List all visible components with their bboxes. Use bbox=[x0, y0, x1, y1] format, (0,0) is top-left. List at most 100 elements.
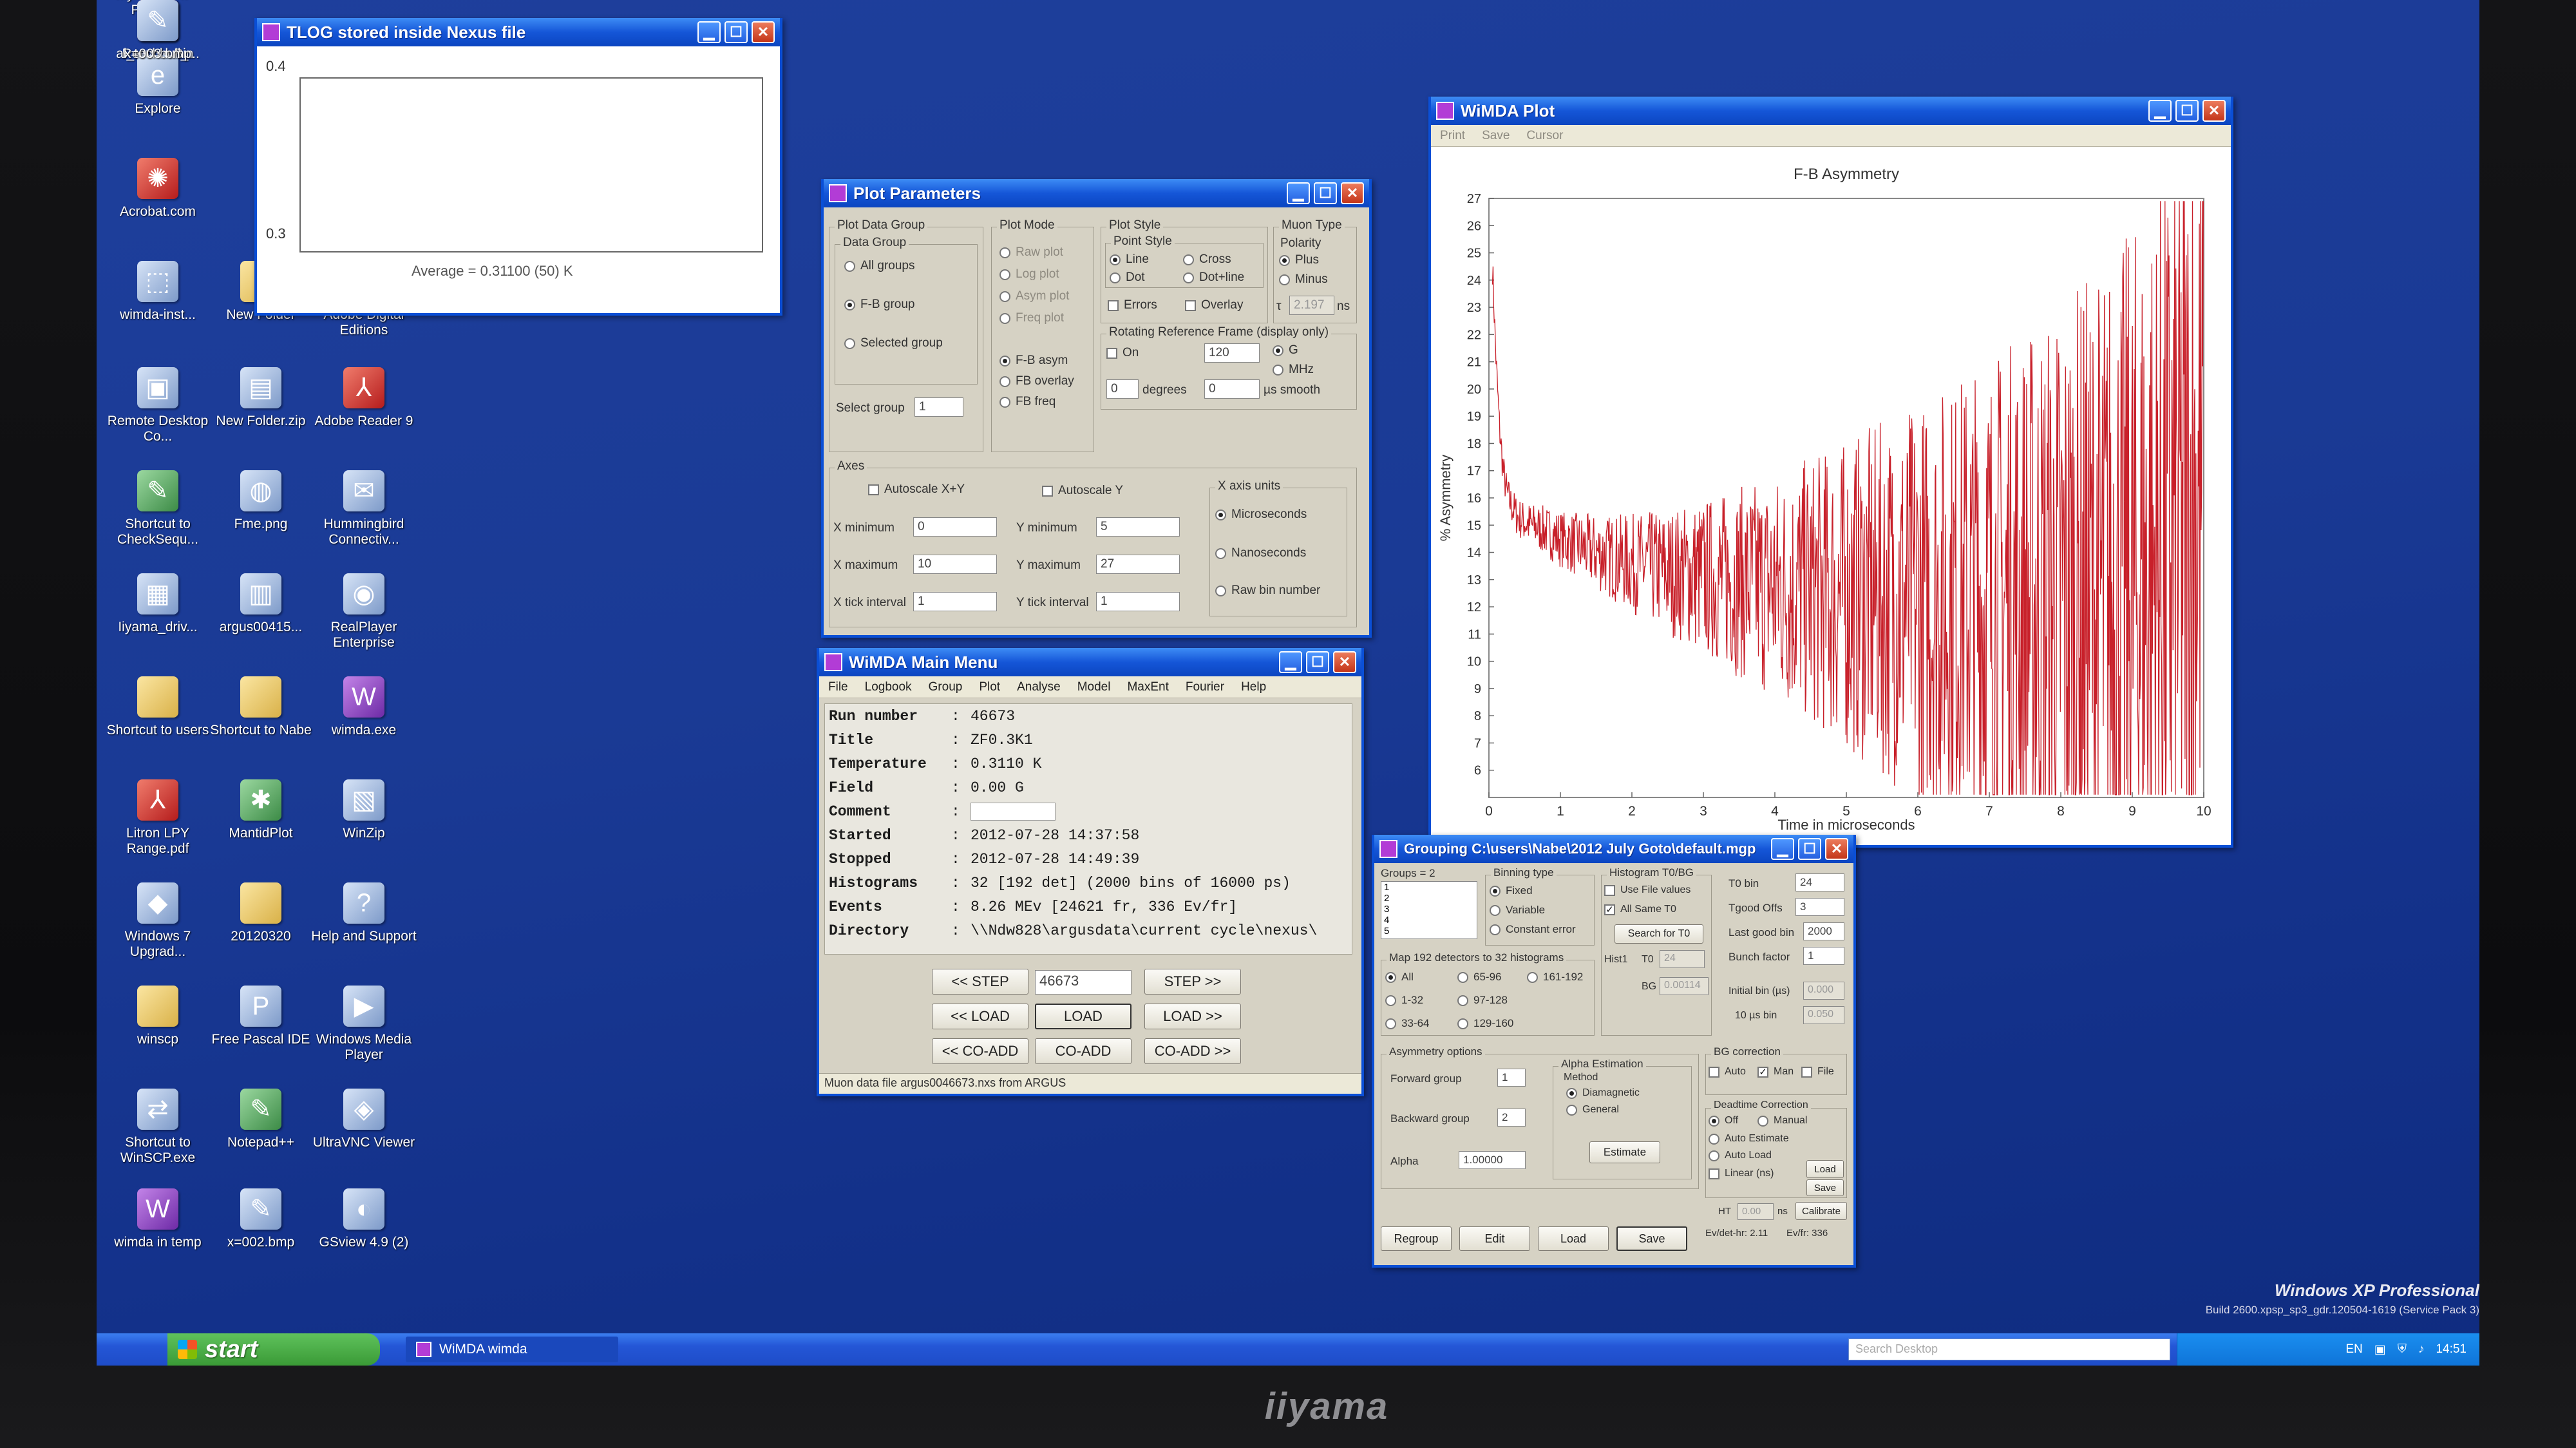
bunch-factor-field[interactable]: 1 bbox=[1803, 947, 1844, 965]
group-list-item[interactable]: 4 bbox=[1384, 915, 1477, 926]
menu-item-logbook[interactable]: Logbook bbox=[865, 680, 912, 694]
group-list-item[interactable]: 3 bbox=[1384, 904, 1477, 915]
ht-field[interactable]: 0.00 bbox=[1738, 1203, 1774, 1220]
desktop-icon[interactable]: ◆ Windows 7 Upgrad... bbox=[103, 882, 213, 960]
map-1-32-radio[interactable]: 1-32 bbox=[1385, 994, 1423, 1007]
fb-freq-radio[interactable]: FB freq bbox=[999, 395, 1056, 409]
group-list[interactable]: 12345 bbox=[1381, 881, 1477, 939]
bg-file-checkbox[interactable]: File bbox=[1801, 1066, 1834, 1078]
coadd-forward-button[interactable]: CO-ADD >> bbox=[1144, 1038, 1241, 1064]
t0-bin-field[interactable]: 24 bbox=[1795, 873, 1844, 891]
calibrate-button[interactable]: Calibrate bbox=[1795, 1202, 1847, 1220]
step-forward-button[interactable]: STEP >> bbox=[1144, 969, 1241, 995]
desktop-icon[interactable]: ✎ x=003.bmp bbox=[103, 0, 213, 62]
desktop-icon[interactable]: ◍ Fme.png bbox=[206, 470, 316, 532]
desktop-icon[interactable]: 20120320 bbox=[206, 882, 316, 944]
asym-plot-radio[interactable]: Asym plot bbox=[999, 289, 1069, 303]
dot-line-radio[interactable]: Dot+line bbox=[1183, 271, 1244, 285]
plot-parameters-titlebar[interactable]: Plot Parameters ▁ ☐ ✕ bbox=[824, 179, 1369, 207]
desktop-icon[interactable]: ▤ New Folder.zip bbox=[206, 367, 316, 429]
smooth-field[interactable]: 0 bbox=[1204, 379, 1260, 399]
x-tick-field[interactable]: 1 bbox=[913, 592, 997, 611]
selected-group-radio[interactable]: Selected group bbox=[844, 336, 943, 350]
desktop-icon[interactable]: ▶ Windows Media Player bbox=[309, 986, 419, 1063]
last-good-bin-field[interactable]: 2000 bbox=[1803, 922, 1844, 940]
backward-group-field[interactable]: 2 bbox=[1497, 1109, 1526, 1127]
initial-bin-field[interactable]: 0.000 bbox=[1803, 982, 1844, 1000]
load-grouping-button[interactable]: Load bbox=[1538, 1226, 1609, 1251]
desktop-icon[interactable]: P Free Pascal IDE bbox=[206, 986, 316, 1047]
autoscale-y-checkbox[interactable]: Autoscale Y bbox=[1042, 484, 1123, 498]
desktop-icon[interactable]: ▧ WinZip bbox=[309, 779, 419, 841]
start-button[interactable]: start bbox=[167, 1333, 380, 1366]
map-97-128-radio[interactable]: 97-128 bbox=[1457, 994, 1508, 1007]
minimize-button[interactable]: ▁ bbox=[1287, 182, 1310, 204]
desktop-icon[interactable]: ⅄ Adobe Reader 9 bbox=[309, 367, 419, 429]
line-radio[interactable]: Line bbox=[1110, 252, 1149, 267]
search-for-t0-button[interactable]: Search for T0 bbox=[1615, 924, 1703, 944]
errors-checkbox[interactable]: Errors bbox=[1108, 298, 1157, 312]
load-back-button[interactable]: << LOAD bbox=[932, 1004, 1028, 1029]
regroup-button[interactable]: Regroup bbox=[1381, 1226, 1452, 1251]
taskbar-item-wimda[interactable]: WiMDA wimda bbox=[406, 1337, 618, 1362]
general-radio[interactable]: General bbox=[1566, 1104, 1619, 1116]
t0-field[interactable]: 24 bbox=[1660, 950, 1705, 968]
rrf-gauss-radio[interactable]: G bbox=[1273, 343, 1298, 357]
minimize-button[interactable]: ▁ bbox=[1771, 838, 1794, 860]
variable-radio[interactable]: Variable bbox=[1490, 904, 1545, 917]
save-grouping-button[interactable]: Save bbox=[1616, 1226, 1687, 1251]
coadd-button[interactable]: CO-ADD bbox=[1035, 1038, 1132, 1064]
map-33-64-radio[interactable]: 33-64 bbox=[1385, 1017, 1429, 1030]
desktop-search-input[interactable]: Search Desktop bbox=[1848, 1338, 2170, 1360]
deadtime-manual-radio[interactable]: Manual bbox=[1757, 1115, 1807, 1127]
y-minimum-field[interactable]: 5 bbox=[1096, 517, 1180, 537]
fb-asym-radio[interactable]: F-B asym bbox=[999, 354, 1068, 368]
desktop-icon[interactable]: ✎ x=002.bmp bbox=[206, 1188, 316, 1250]
log-plot-radio[interactable]: Log plot bbox=[999, 267, 1059, 281]
coadd-back-button[interactable]: << CO-ADD bbox=[932, 1038, 1028, 1064]
security-shield-icon[interactable]: ⛨ bbox=[2398, 1342, 2407, 1357]
rrf-on-checkbox[interactable]: On bbox=[1106, 346, 1139, 360]
menu-item-model[interactable]: Model bbox=[1077, 680, 1111, 694]
cross-radio[interactable]: Cross bbox=[1183, 252, 1231, 267]
maximize-button[interactable]: ☐ bbox=[724, 21, 748, 43]
tlog-titlebar[interactable]: TLOG stored inside Nexus file ▁ ☐ ✕ bbox=[257, 18, 780, 46]
minimize-button[interactable]: ▁ bbox=[2148, 100, 2172, 122]
tau-field[interactable]: 2.197 bbox=[1289, 296, 1334, 315]
desktop-icon[interactable]: e Explore bbox=[103, 55, 213, 117]
fb-group-radio[interactable]: F-B group bbox=[844, 298, 914, 312]
volume-icon[interactable]: ♪ bbox=[2418, 1342, 2425, 1357]
language-indicator[interactable]: EN bbox=[2345, 1342, 2362, 1357]
ten-us-bin-field[interactable]: 0.050 bbox=[1803, 1006, 1844, 1024]
desktop-icon[interactable]: ✺ Acrobat.com bbox=[103, 158, 213, 220]
desktop-icon[interactable]: Shortcut to users bbox=[103, 676, 213, 738]
menu-item-maxent[interactable]: MaxEnt bbox=[1127, 680, 1168, 694]
maximize-button[interactable]: ☐ bbox=[1306, 651, 1329, 673]
map-65-96-radio[interactable]: 65-96 bbox=[1457, 971, 1501, 984]
raw-bin-number-radio[interactable]: Raw bin number bbox=[1215, 584, 1320, 598]
map-all-radio[interactable]: All bbox=[1385, 971, 1414, 984]
desktop-icon[interactable]: ✎ Notepad++ bbox=[206, 1089, 316, 1150]
close-button[interactable]: ✕ bbox=[1333, 651, 1356, 673]
desktop-icon[interactable]: Shortcut to Nabe bbox=[206, 676, 316, 738]
menu-item-save[interactable]: Save bbox=[1482, 129, 1510, 143]
edit-button[interactable]: Edit bbox=[1459, 1226, 1530, 1251]
deadtime-save-button[interactable]: Save bbox=[1806, 1179, 1844, 1196]
nanoseconds-radio[interactable]: Nanoseconds bbox=[1215, 546, 1306, 560]
x-minimum-field[interactable]: 0 bbox=[913, 517, 997, 537]
y-maximum-field[interactable]: 27 bbox=[1096, 555, 1180, 574]
close-button[interactable]: ✕ bbox=[1341, 182, 1364, 204]
menu-item-cursor[interactable]: Cursor bbox=[1526, 129, 1563, 143]
forward-group-field[interactable]: 1 bbox=[1497, 1069, 1526, 1087]
desktop-icon[interactable]: ✉ Hummingbird Connectiv... bbox=[309, 470, 419, 548]
load-forward-button[interactable]: LOAD >> bbox=[1144, 1004, 1241, 1029]
estimate-button[interactable]: Estimate bbox=[1589, 1141, 1660, 1163]
microseconds-radio[interactable]: Microseconds bbox=[1215, 508, 1307, 522]
desktop-icon[interactable]: ✱ MantidPlot bbox=[206, 779, 316, 841]
linear-ns-checkbox[interactable]: Linear (ns) bbox=[1709, 1168, 1774, 1179]
group-list-item[interactable]: 2 bbox=[1384, 893, 1477, 904]
select-group-spinner[interactable]: 1 bbox=[914, 397, 963, 417]
menu-item-plot[interactable]: Plot bbox=[979, 680, 1000, 694]
menu-item-file[interactable]: File bbox=[828, 680, 848, 694]
map-161-192-radio[interactable]: 161-192 bbox=[1527, 971, 1583, 984]
